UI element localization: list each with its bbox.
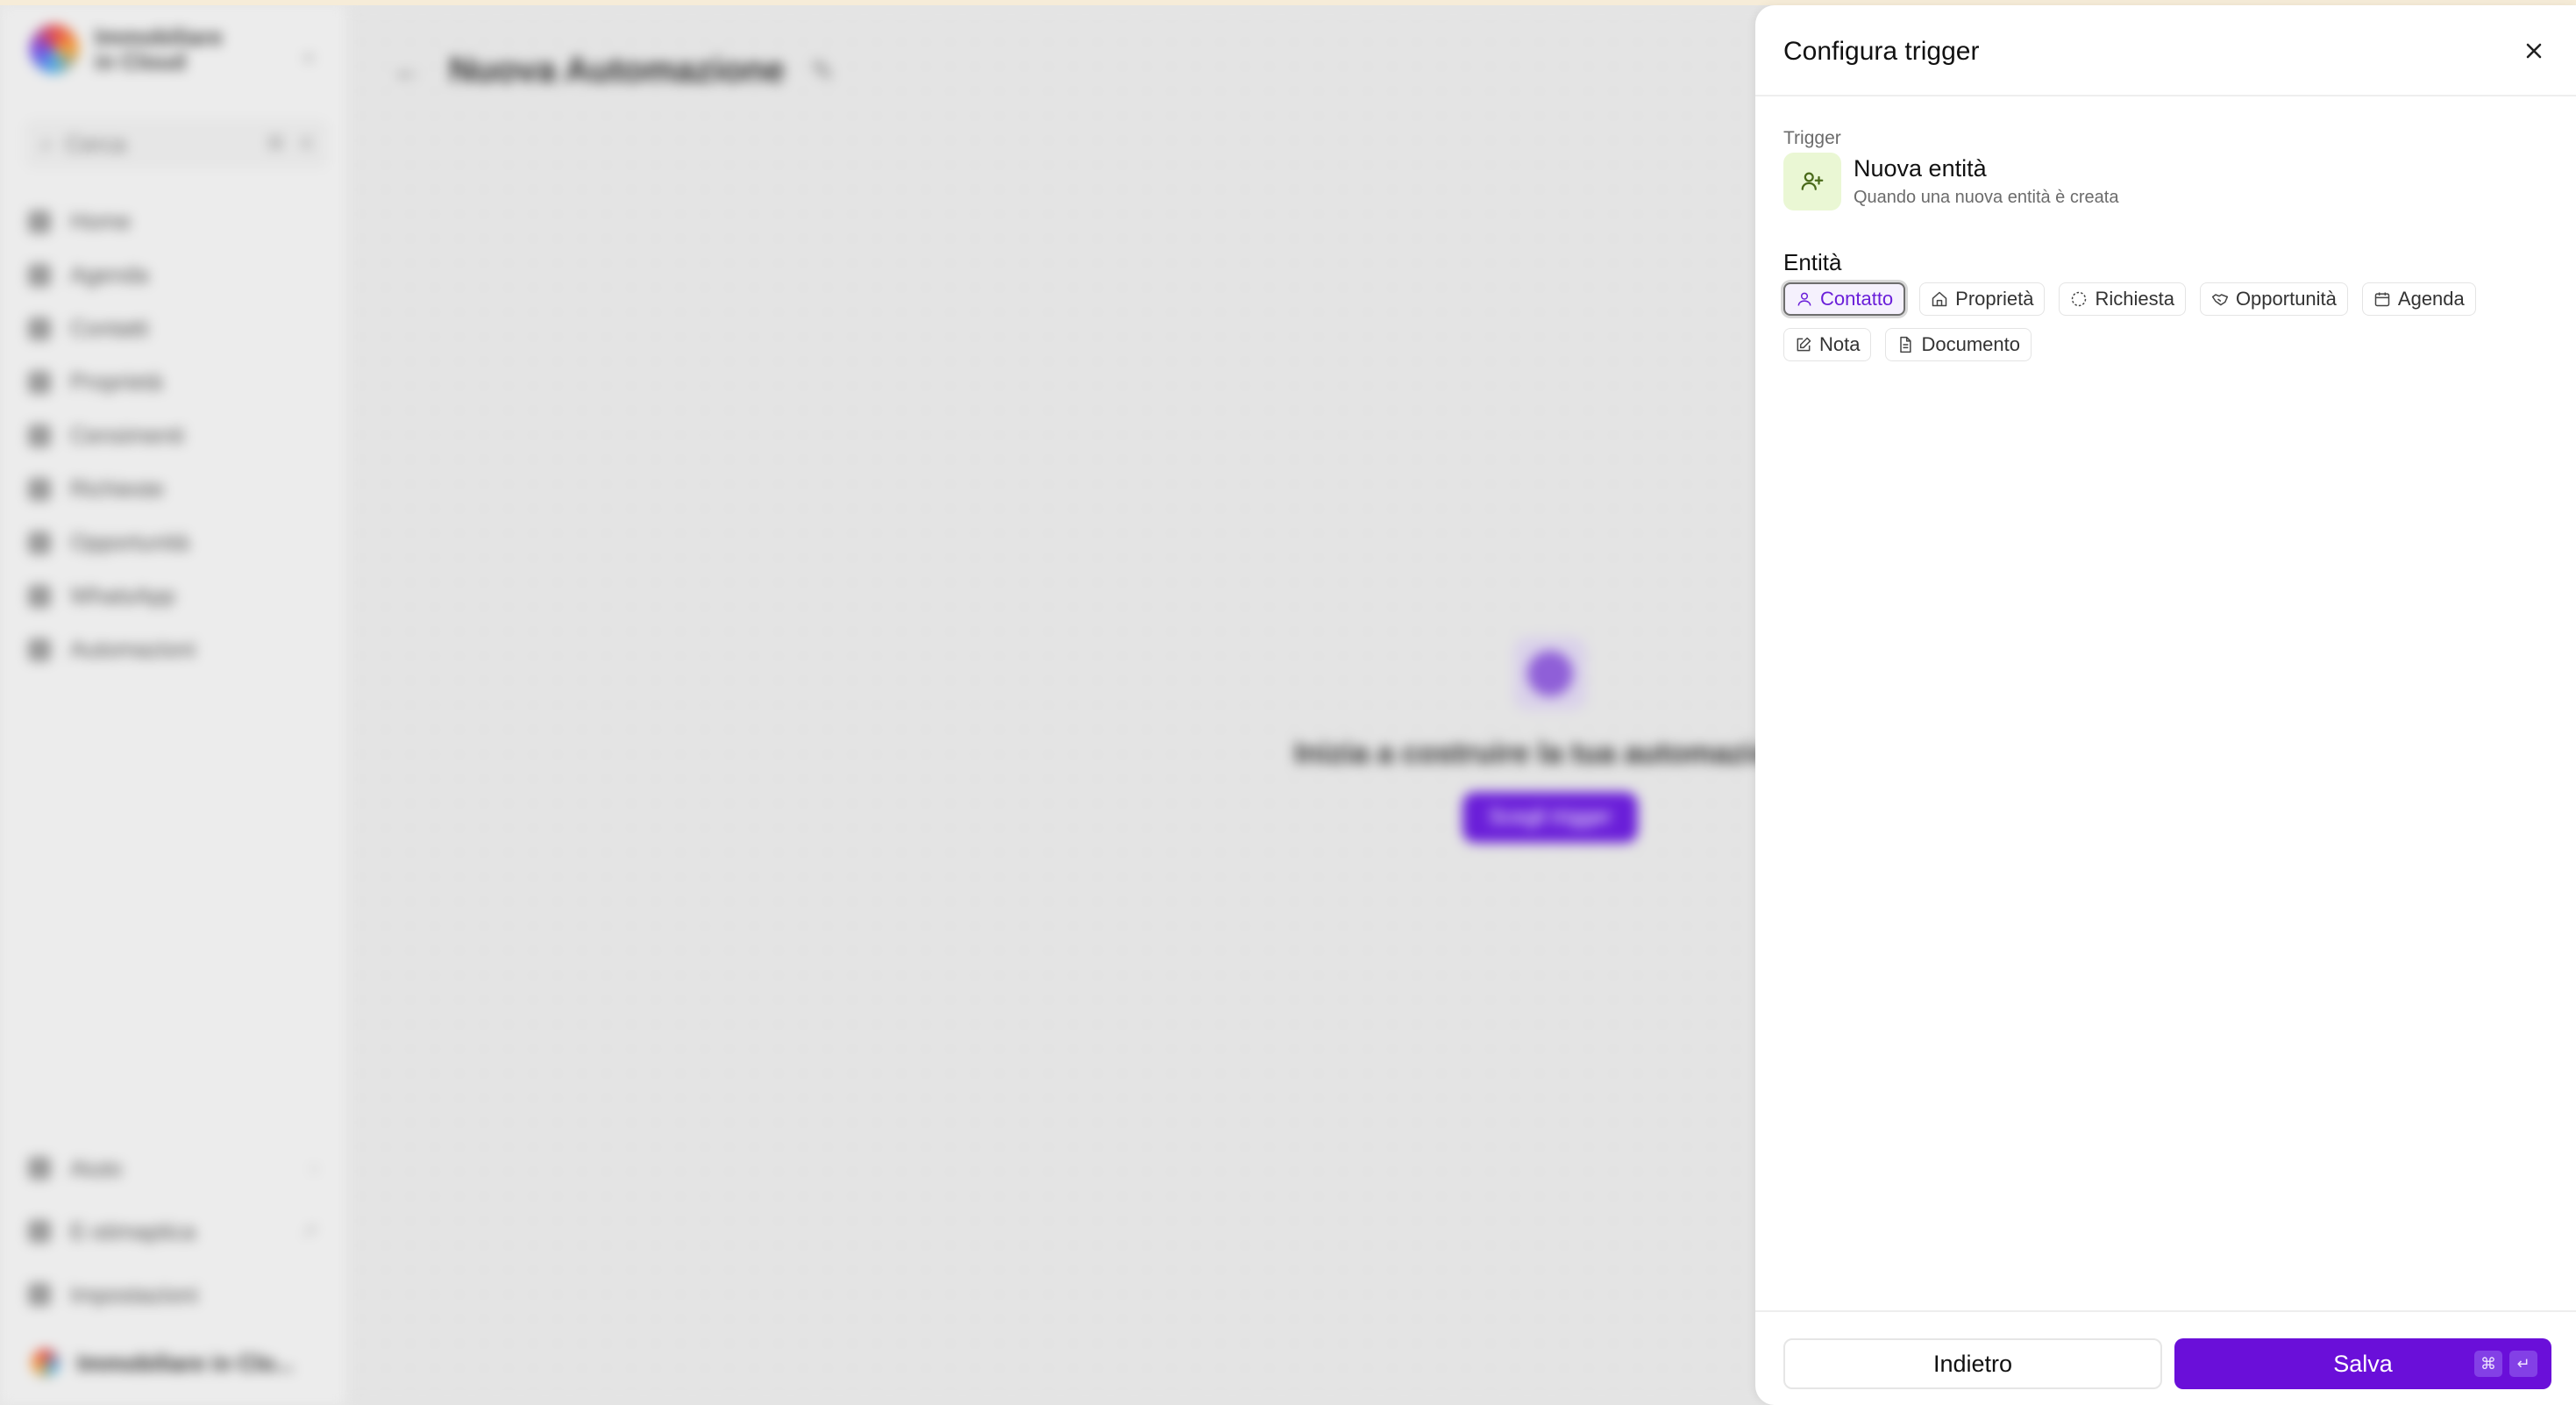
help-icon (28, 1157, 51, 1180)
close-button[interactable] (2516, 33, 2551, 68)
panel-title: Configura trigger (1783, 37, 1980, 66)
sidebar-item-richieste[interactable]: Richieste (28, 462, 196, 516)
gear-icon (28, 1283, 51, 1306)
sidebar-item-proprieta[interactable]: Proprietà (28, 355, 196, 409)
save-shortcut: ⌘ ↵ (2474, 1351, 2537, 1377)
sidebar-nav: Home Agenda Contatti Proprietà Censiment… (28, 195, 196, 676)
panel-footer: Indietro Salva ⌘ ↵ (1755, 1310, 2576, 1405)
sidebar-item-home[interactable]: Home (28, 195, 196, 248)
home-icon (28, 210, 51, 233)
enter-key-icon: ↵ (2509, 1351, 2537, 1377)
dashed-circle-icon (28, 477, 51, 501)
entity-section-label: Entità (1783, 249, 1842, 275)
building-icon (28, 370, 51, 394)
close-icon (2526, 43, 2542, 59)
calendar-icon (2374, 292, 2390, 307)
chip-proprieta[interactable]: Proprietà (1919, 282, 2046, 316)
logo-mark-icon (30, 25, 79, 74)
trigger-name: Nuova entità (1854, 155, 1987, 182)
search-icon: ⌕ (40, 130, 53, 156)
trigger-description: Quando una nuova entità è creata (1854, 188, 2119, 207)
back-button[interactable]: Indietro (1783, 1338, 2162, 1389)
sidebar-search[interactable]: ⌕ Cerca ⌘ K (25, 119, 328, 168)
sidebar: Immobiliare in Cloud « ⌕ Cerca ⌘ K Home … (0, 5, 347, 1405)
chip-agenda[interactable]: Agenda (2361, 282, 2476, 316)
sidebar-bottom-nav: Aiuto › E-stimaptica ↗ Impostazioni (28, 1137, 317, 1326)
chart-icon (28, 1220, 51, 1243)
user-icon (28, 317, 51, 340)
sidebar-item-automazioni[interactable]: Automazioni (28, 623, 196, 676)
entity-chip-group: Contatto Proprietà Richiesta Opportunità… (1783, 282, 2537, 361)
handshake-icon (28, 531, 51, 554)
sidebar-item-whatsapp[interactable]: WhatsApp (28, 569, 196, 623)
sidebar-item-opportunita[interactable]: Opportunità (28, 516, 196, 569)
configure-trigger-panel: Configura trigger Trigger Nuova entità Q… (1755, 5, 2576, 1405)
sidebar-item-agenda[interactable]: Agenda (28, 248, 196, 302)
avatar (32, 1349, 60, 1377)
command-key-icon: ⌘ (2474, 1351, 2502, 1377)
chip-contatto[interactable]: Contatto (1783, 282, 1906, 316)
pencil-icon[interactable]: ✎ (811, 54, 835, 88)
choose-trigger-button[interactable]: Scegli trigger (1462, 792, 1638, 843)
page-header: ← Nuova Automazione ✎ (393, 51, 835, 90)
selected-trigger: Nuova entità Quando una nuova entità è c… (1783, 153, 2118, 210)
chip-nota[interactable]: Nota (1783, 328, 1872, 361)
sidebar-item-aiuto[interactable]: Aiuto › (28, 1137, 317, 1200)
save-button-label: Salva (2333, 1350, 2393, 1377)
user-icon (1797, 292, 1811, 306)
automation-icon (28, 638, 51, 661)
page-title: Nuova Automazione (449, 51, 785, 89)
sidebar-item-impostazioni[interactable]: Impostazioni (28, 1263, 317, 1326)
trigger-section-label: Trigger (1783, 128, 1841, 148)
account-switcher[interactable]: Immobiliare in Clo... (32, 1349, 294, 1377)
sidebar-item-estimaptica[interactable]: E-stimaptica ↗ (28, 1200, 317, 1263)
panel-header: Configura trigger (1755, 5, 2576, 96)
collapse-sidebar-icon[interactable]: « (303, 46, 314, 68)
empty-state-icon (1513, 637, 1587, 710)
home-icon (1932, 291, 1947, 307)
sidebar-item-censimenti[interactable]: Censimenti (28, 409, 196, 462)
people-icon (28, 424, 51, 447)
document-icon (1900, 336, 1912, 353)
calendar-icon (28, 263, 51, 287)
chip-documento[interactable]: Documento (1885, 328, 2032, 361)
sidebar-item-contatti[interactable]: Contatti (28, 302, 196, 355)
save-button[interactable]: Salva ⌘ ↵ (2174, 1338, 2551, 1389)
whatsapp-icon (28, 584, 51, 608)
user-plus-icon (1783, 153, 1841, 210)
back-arrow-icon[interactable]: ← (393, 53, 423, 88)
circle-icon (1527, 651, 1573, 696)
chip-opportunita[interactable]: Opportunità (2199, 282, 2348, 316)
chip-richiesta[interactable]: Richiesta (2059, 282, 2186, 316)
edit-note-icon (1797, 337, 1811, 352)
handshake-icon (2211, 294, 2229, 306)
search-shortcut: ⌘ K (266, 132, 314, 154)
logo-text: Immobiliare in Cloud (95, 24, 223, 75)
logo: Immobiliare in Cloud (30, 24, 223, 75)
dashed-circle-icon (2072, 291, 2087, 307)
search-label: Cerca (65, 130, 126, 157)
